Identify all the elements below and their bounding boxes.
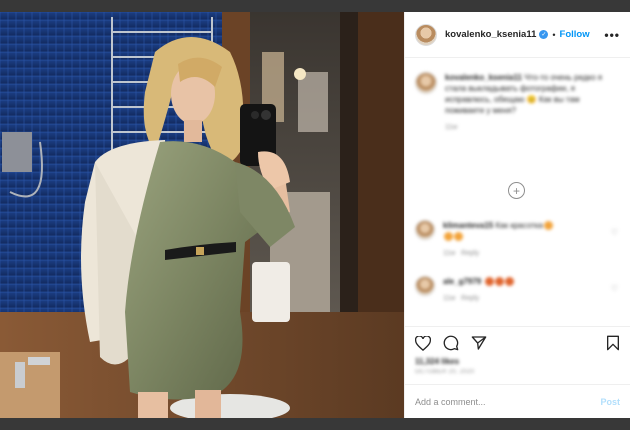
post-modal: kovalenko_ksenia11 ✓ • Follow ••• kovale… bbox=[0, 12, 630, 418]
mirror-selfie-image bbox=[0, 12, 404, 418]
separator-dot: • bbox=[552, 29, 556, 40]
comment-input[interactable] bbox=[415, 396, 601, 407]
comment-like-icon[interactable]: ♡ bbox=[611, 284, 618, 293]
comment-body: Как красотка bbox=[495, 221, 543, 230]
emoji-icon bbox=[543, 221, 553, 231]
author-avatar[interactable] bbox=[415, 23, 437, 46]
author-username[interactable]: kovalenko_ksenia11 bbox=[445, 29, 536, 40]
emoji-icon bbox=[494, 277, 504, 287]
emoji-icon bbox=[484, 277, 494, 287]
comment-time[interactable]: 11w bbox=[443, 250, 455, 257]
comment-meta: 11w Reply bbox=[443, 293, 514, 304]
comment-time[interactable]: 11w bbox=[443, 295, 455, 302]
comment-text: ale_g7979 11w Reply bbox=[443, 276, 514, 304]
emoji-icon bbox=[444, 232, 453, 242]
comment-like-icon[interactable]: ♡ bbox=[611, 228, 618, 237]
post-actions: 11,324 likes OCTOBER 20, 2020 bbox=[405, 326, 630, 376]
comment-meta: 11w Reply bbox=[443, 248, 553, 259]
comment-username[interactable]: ale_g7979 bbox=[443, 277, 481, 286]
emoji-icon bbox=[454, 232, 463, 242]
verified-badge-icon: ✓ bbox=[539, 30, 549, 39]
caption-time[interactable]: 11w bbox=[445, 122, 620, 133]
comment-avatar[interactable] bbox=[415, 220, 435, 240]
comment-username[interactable]: klimanteva15 bbox=[443, 221, 493, 230]
bookmark-icon[interactable] bbox=[606, 335, 620, 351]
caption-username[interactable]: kovalenko_ksenia11 bbox=[445, 73, 522, 82]
reply-button[interactable]: Reply bbox=[461, 295, 479, 302]
post-header: kovalenko_ksenia11 ✓ • Follow ••• bbox=[405, 12, 630, 58]
comments-list[interactable]: kovalenko_ksenia11 Что-то очень редко я … bbox=[405, 58, 630, 326]
post-side-panel: kovalenko_ksenia11 ✓ • Follow ••• kovale… bbox=[404, 12, 630, 418]
comment-row: ale_g7979 11w Reply bbox=[415, 276, 620, 304]
emoji-icon bbox=[504, 277, 514, 287]
post-photo[interactable] bbox=[0, 12, 404, 418]
comment-avatar[interactable] bbox=[415, 276, 435, 296]
comment-row: klimanteva15 Как красотка 11w Reply bbox=[415, 220, 620, 259]
follow-button[interactable]: Follow bbox=[560, 29, 590, 40]
caption-row: kovalenko_ksenia11 Что-то очень редко я … bbox=[415, 72, 620, 133]
likes-count[interactable]: 11,324 likes bbox=[415, 357, 620, 366]
comment-icon[interactable] bbox=[443, 335, 459, 351]
load-more-icon[interactable]: + bbox=[508, 182, 525, 199]
action-icons bbox=[415, 333, 620, 353]
comment-text: klimanteva15 Как красотка 11w Reply bbox=[443, 220, 553, 259]
reply-button[interactable]: Reply bbox=[461, 250, 479, 257]
caption-text: kovalenko_ksenia11 Что-то очень редко я … bbox=[445, 72, 620, 133]
share-icon[interactable] bbox=[471, 335, 487, 351]
more-options-icon[interactable]: ••• bbox=[604, 28, 620, 42]
heart-icon[interactable] bbox=[415, 335, 431, 351]
add-comment-bar: Post bbox=[405, 384, 630, 418]
caption-avatar[interactable] bbox=[415, 72, 437, 94]
post-date[interactable]: OCTOBER 20, 2020 bbox=[415, 369, 620, 375]
post-comment-button[interactable]: Post bbox=[600, 397, 620, 407]
